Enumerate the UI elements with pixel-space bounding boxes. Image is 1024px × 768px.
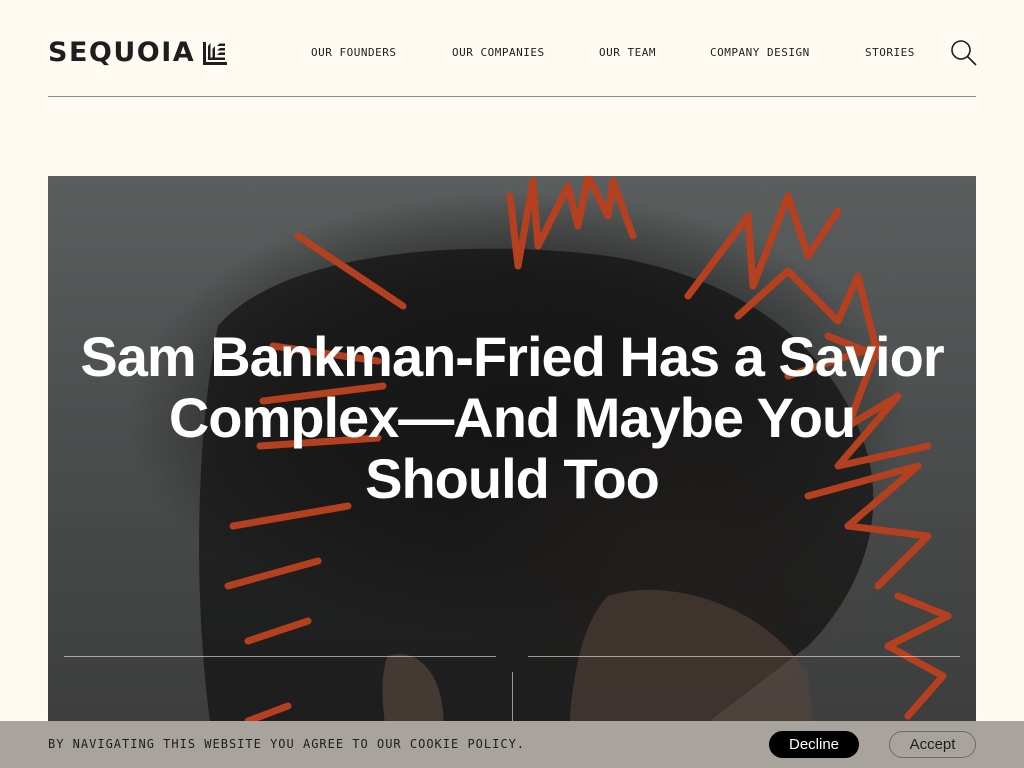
nav-our-founders[interactable]: OUR FOUNDERS <box>311 46 396 62</box>
sequoia-logo[interactable]: SEQUOIA <box>48 37 228 68</box>
accept-button[interactable]: Accept <box>889 731 976 758</box>
hero-banner: Sam Bankman-Fried Has a Savior Complex—A… <box>48 176 976 768</box>
nav-our-team[interactable]: OUR TEAM <box>599 46 656 62</box>
cookie-banner: BY NAVIGATING THIS WEBSITE YOU AGREE TO … <box>0 721 1024 768</box>
nav-stories[interactable]: STORIES <box>865 46 915 62</box>
nav-company-design[interactable]: COMPANY DESIGN <box>710 46 810 62</box>
hero-divider-left <box>64 656 496 657</box>
decline-button[interactable]: Decline <box>769 731 859 758</box>
logo-wordmark: SEQUOIA <box>48 37 196 68</box>
search-button[interactable] <box>950 39 978 67</box>
hero-divider-right <box>528 656 960 657</box>
hero-title: Sam Bankman-Fried Has a Savior Complex—A… <box>80 325 944 510</box>
search-icon <box>951 40 977 66</box>
site-header: SEQUOIA OUR FOUNDERS OUR COMPANIES OUR T… <box>48 0 978 97</box>
cookie-policy-text: BY NAVIGATING THIS WEBSITE YOU AGREE TO … <box>48 737 526 751</box>
sequoia-leaf-mark-icon <box>203 42 228 65</box>
nav-our-companies[interactable]: OUR COMPANIES <box>452 46 545 62</box>
